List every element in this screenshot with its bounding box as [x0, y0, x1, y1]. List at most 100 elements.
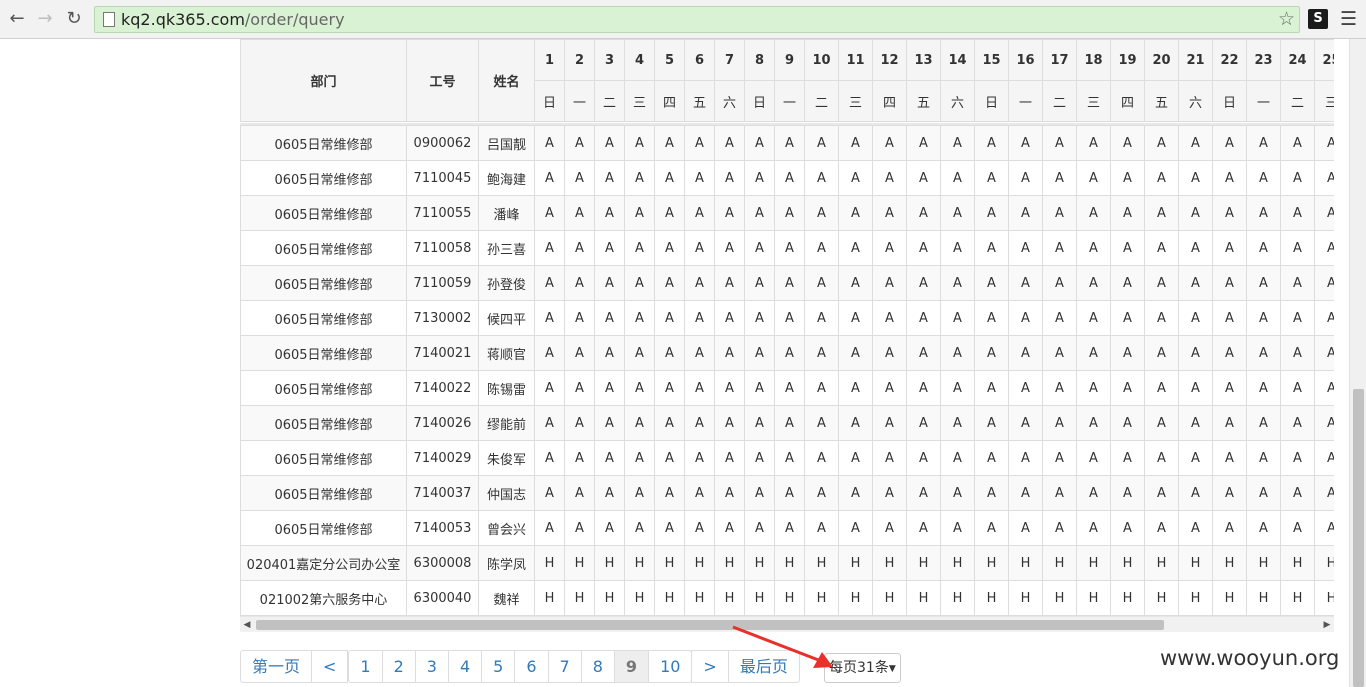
page-number-button[interactable]: 5 — [481, 650, 516, 683]
attendance-cell: A — [774, 370, 805, 406]
attendance-cell: A — [838, 440, 873, 476]
attendance-cell: A — [1314, 195, 1334, 231]
attendance-cell: A — [1280, 335, 1315, 371]
attendance-cell: A — [1042, 510, 1077, 546]
column-header-emp-id[interactable]: 工号 — [406, 39, 479, 122]
attendance-cell: A — [1280, 160, 1315, 196]
attendance-cell: A — [872, 160, 907, 196]
attendance-cell: A — [1110, 370, 1145, 406]
scroll-left-icon[interactable]: ◀ — [240, 617, 254, 633]
dept-cell: 0605日常维修部 — [240, 405, 407, 441]
attendance-cell: A — [1008, 300, 1043, 336]
weekday-header: 四 — [1110, 80, 1145, 122]
attendance-cell: A — [534, 230, 565, 266]
day-header: 4 — [624, 39, 655, 81]
day-header: 16 — [1008, 39, 1043, 81]
table-row: 0605日常维修部 7110059 孙登俊 A A A A A A A A A A A A A A A A A A A A A… — [240, 265, 1334, 301]
back-arrow-icon[interactable]: ← — [6, 8, 28, 30]
attendance-cell: A — [564, 370, 595, 406]
weekday-header: 二 — [804, 80, 839, 122]
column-header-name[interactable]: 姓名 — [478, 39, 535, 122]
column-header-dept[interactable]: 部门 — [240, 39, 407, 122]
attendance-cell: A — [534, 265, 565, 301]
attendance-cell: H — [714, 545, 745, 581]
page-number-button[interactable]: 9 — [613, 650, 650, 683]
reload-icon[interactable]: ↻ — [63, 8, 85, 30]
attendance-cell: A — [1314, 440, 1334, 476]
attendance-cell: A — [974, 125, 1009, 161]
forward-arrow-icon[interactable]: → — [34, 8, 56, 30]
attendance-cell: A — [1178, 265, 1213, 301]
attendance-cell: A — [906, 300, 941, 336]
url-text[interactable]: kq2.qk365.com/order/query — [121, 10, 345, 30]
table-row: 0605日常维修部 7140026 缪能前 A A A A A A A A A A A A A A A A A A A A A… — [240, 405, 1334, 441]
attendance-table-viewport: 部门 工号 姓名 1 2 3 4 5 6 7 8 9 10 11 12 13 14 15 16 17 18 19 20… — [240, 39, 1334, 616]
attendance-cell: A — [684, 125, 715, 161]
address-bar[interactable]: kq2.qk365.com/order/query ☆ — [94, 6, 1300, 33]
attendance-cell: A — [1076, 440, 1111, 476]
attendance-cell: A — [1144, 300, 1179, 336]
attendance-cell: H — [1212, 580, 1247, 616]
page-number-button[interactable]: 8 — [580, 650, 615, 683]
attendance-cell: A — [654, 440, 685, 476]
weekday-header: 日 — [1212, 80, 1247, 122]
attendance-cell: A — [714, 440, 745, 476]
attendance-cell: A — [872, 230, 907, 266]
attendance-cell: A — [1144, 265, 1179, 301]
attendance-cell: A — [534, 125, 565, 161]
first-page-button[interactable]: 第一页 — [240, 650, 313, 683]
vertical-scroll-thumb[interactable] — [1353, 389, 1364, 687]
attendance-cell: A — [838, 475, 873, 511]
star-icon[interactable]: ☆ — [1278, 8, 1295, 30]
attendance-cell: H — [1110, 545, 1145, 581]
page-number-button[interactable]: 10 — [648, 650, 693, 683]
attendance-cell: A — [1042, 440, 1077, 476]
attendance-cell: A — [1246, 335, 1281, 371]
extension-button[interactable]: S — [1308, 9, 1328, 29]
attendance-cell: A — [714, 195, 745, 231]
page-number-button[interactable]: 6 — [514, 650, 549, 683]
scroll-right-icon[interactable]: ▶ — [1320, 617, 1334, 633]
page-number-button[interactable]: 4 — [447, 650, 483, 683]
attendance-cell: A — [1110, 440, 1145, 476]
page-number-button[interactable]: 3 — [414, 650, 449, 683]
attendance-cell: A — [564, 510, 595, 546]
attendance-cell: A — [594, 405, 625, 441]
attendance-cell: A — [1280, 300, 1315, 336]
attendance-cell: H — [744, 580, 775, 616]
page-content: 部门 工号 姓名 1 2 3 4 5 6 7 8 9 10 11 12 13 14 15 16 17 18 19 20… — [0, 39, 1349, 687]
weekday-header: 二 — [1280, 80, 1315, 122]
attendance-cell: H — [804, 580, 839, 616]
attendance-cell: H — [684, 545, 715, 581]
attendance-cell: A — [1314, 510, 1334, 546]
attendance-cell: A — [838, 300, 873, 336]
attendance-cell: A — [1076, 335, 1111, 371]
attendance-cell: A — [1008, 195, 1043, 231]
attendance-cell: A — [872, 475, 907, 511]
next-page-button[interactable]: > — [691, 650, 729, 683]
name-cell: 孙三喜 — [478, 230, 535, 266]
attendance-cell: H — [1008, 580, 1043, 616]
attendance-cell: A — [1246, 160, 1281, 196]
page-number-button[interactable]: 7 — [547, 650, 582, 683]
vertical-scrollbar[interactable] — [1349, 39, 1366, 687]
attendance-cell: A — [1246, 265, 1281, 301]
attendance-cell: A — [624, 370, 655, 406]
table-row: 0605日常维修部 0900062 吕国靓 A A A A A A A A A A A A A A A A A A A A A… — [240, 125, 1334, 161]
attendance-cell: H — [940, 580, 975, 616]
prev-page-button[interactable]: < — [311, 650, 349, 683]
attendance-cell: A — [804, 405, 839, 441]
attendance-cell: A — [774, 125, 805, 161]
weekday-header: 三 — [1314, 80, 1334, 122]
attendance-cell: A — [838, 265, 873, 301]
attendance-cell: H — [564, 580, 595, 616]
hamburger-menu-icon[interactable]: ☰ — [1340, 8, 1357, 30]
attendance-cell: A — [654, 160, 685, 196]
attendance-cell: A — [1280, 475, 1315, 511]
page-number-button[interactable]: 2 — [381, 650, 416, 683]
horizontal-scroll-thumb[interactable] — [256, 620, 1164, 630]
attendance-cell: A — [1212, 265, 1247, 301]
page-number-button[interactable]: 1 — [348, 650, 383, 683]
attendance-cell: A — [1144, 125, 1179, 161]
attendance-cell: A — [1042, 230, 1077, 266]
